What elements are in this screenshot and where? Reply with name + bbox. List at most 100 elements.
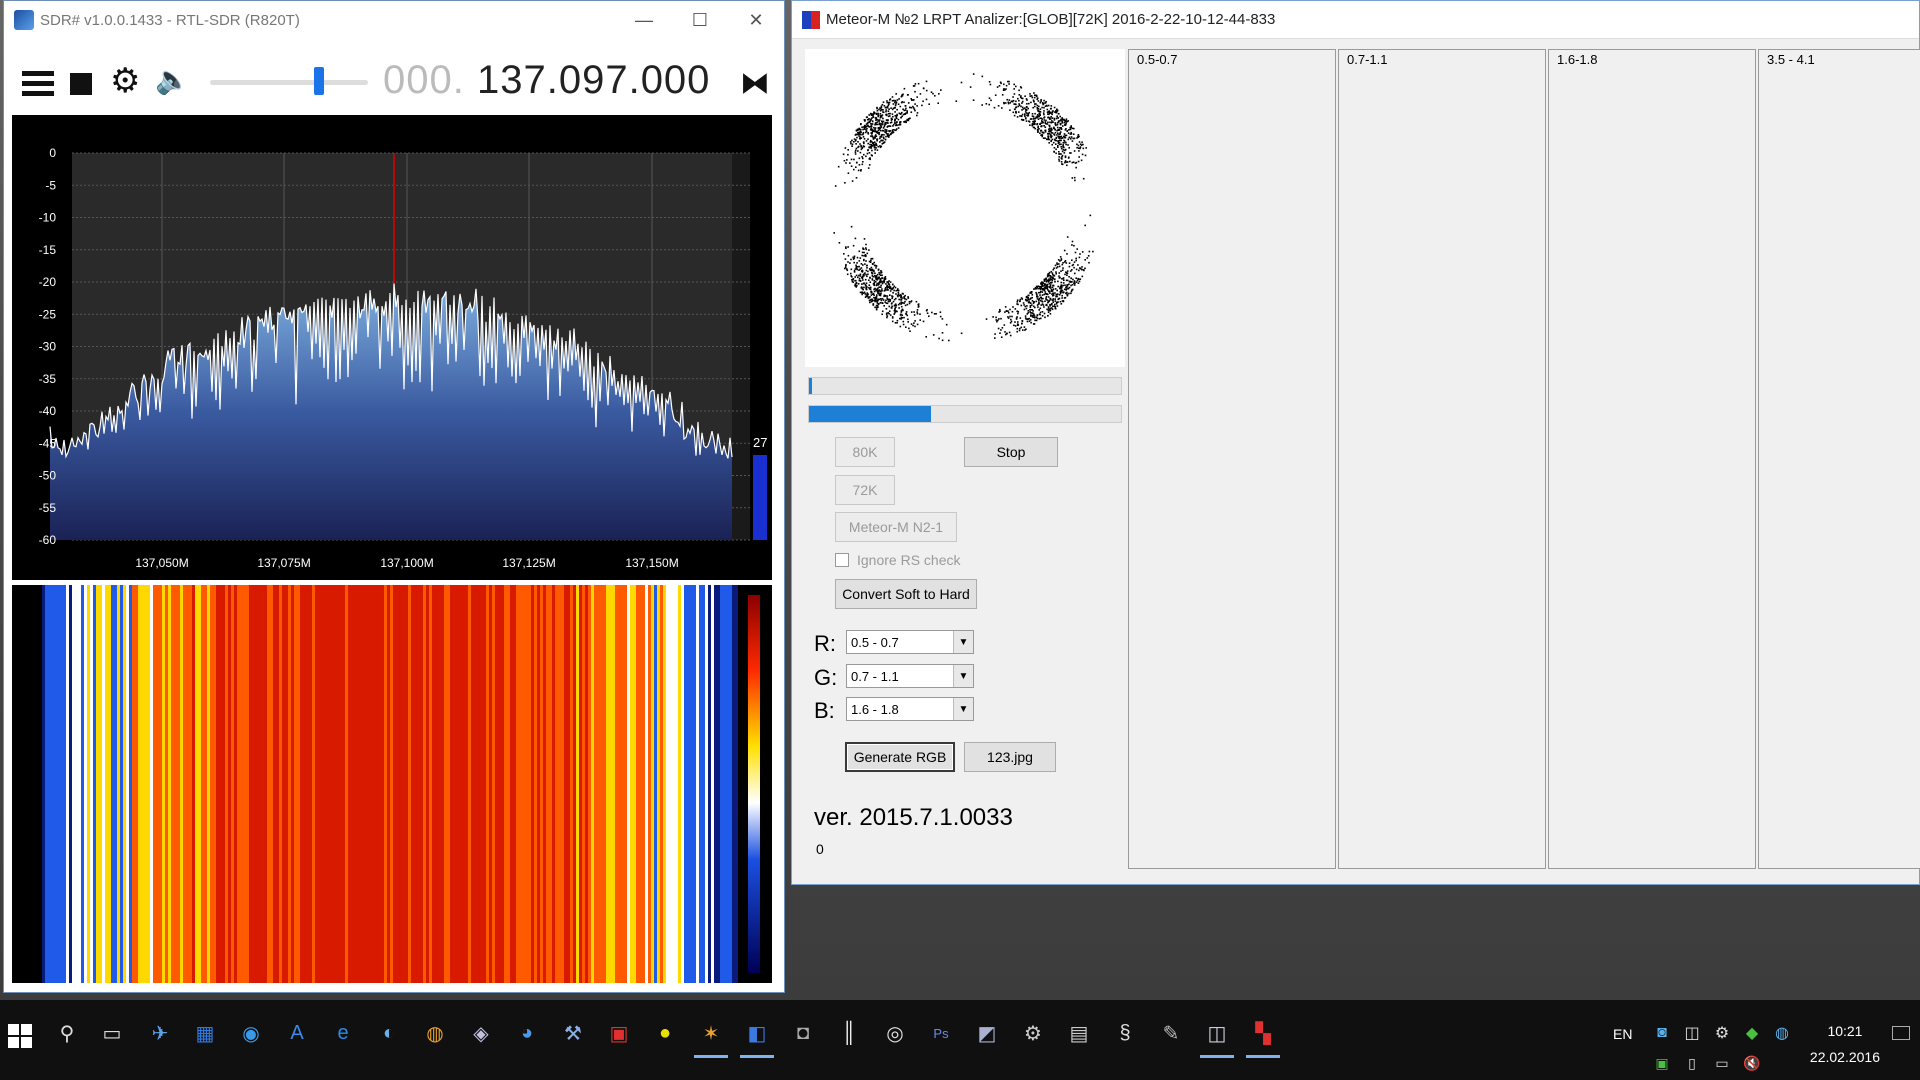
app-icon-3[interactable]: ◉ <box>234 1016 268 1050</box>
constellation-dot <box>1015 100 1017 103</box>
app-icon-1[interactable]: ✈ <box>143 1016 177 1050</box>
tray-icon-4[interactable]: ◆ <box>1735 1016 1769 1050</box>
72k-button[interactable]: 72K <box>835 475 895 505</box>
chevron-down-icon[interactable]: ▼ <box>953 665 973 687</box>
nvidia-icon[interactable]: ▣ <box>1645 1046 1679 1080</box>
spectrum-panel[interactable]: 0 -5 -10 -15 -20 -25 -30 -35 -40 -45 -50 -55 -60 137… <box>12 115 772 580</box>
waterfall-column <box>54 585 57 983</box>
waterfall-column <box>705 585 708 983</box>
app-icon-20[interactable]: ◫ <box>1200 1016 1234 1058</box>
app-icon-10[interactable]: ▣ <box>602 1016 636 1050</box>
app-icon-17[interactable]: ▤ <box>1062 1016 1096 1050</box>
chevron-down-icon[interactable]: ▼ <box>953 698 973 720</box>
waterfall-column <box>525 585 528 983</box>
ignore-rs-checkbox[interactable]: Ignore RS check <box>835 552 961 568</box>
volume-muted-icon[interactable]: 🔇 <box>1735 1046 1769 1080</box>
app-icon-11[interactable]: ● <box>648 1016 682 1050</box>
language-indicator[interactable]: EN <box>1613 1026 1632 1042</box>
app-icon-16[interactable]: ⚙ <box>1016 1016 1050 1050</box>
sdr-titlebar[interactable]: SDR# v1.0.0.1433 - RTL-SDR (R820T) — ☐ ✕ <box>4 1 784 39</box>
notification-icon[interactable] <box>1892 1026 1910 1040</box>
band-panel-4: 3.5 - 4.1 <box>1758 49 1920 869</box>
clock[interactable]: 10:21 22.02.2016 <box>1810 1018 1880 1070</box>
constellation-dot <box>1047 121 1049 124</box>
constellation-dot <box>1043 289 1046 292</box>
80k-button[interactable]: 80K <box>835 437 895 467</box>
tray-icon-1[interactable]: ◙ <box>1645 1016 1679 1050</box>
constellation-dot <box>1054 123 1057 125</box>
search-icon[interactable]: ⚲ <box>50 1016 84 1050</box>
tray-icon-3[interactable]: ⚙ <box>1705 1016 1739 1050</box>
stop-icon[interactable] <box>70 73 92 95</box>
waterfall-panel[interactable] <box>12 585 772 983</box>
constellation-dot <box>1055 294 1058 296</box>
constellation-dot <box>1048 113 1050 116</box>
app-icon-6[interactable]: ◍ <box>418 1016 452 1050</box>
app-icon-5[interactable]: ◐ <box>372 1016 406 1050</box>
constellation-dot <box>1024 107 1026 109</box>
sdr-taskbar-icon[interactable]: ◧ <box>740 1016 774 1058</box>
edge-icon[interactable]: e <box>326 1016 360 1050</box>
constellation-dot <box>905 312 907 315</box>
constellation-dot <box>881 129 884 132</box>
menu-icon[interactable] <box>22 66 54 102</box>
minimize-icon[interactable]: — <box>616 10 672 31</box>
network-icon[interactable]: ▭ <box>1705 1046 1739 1080</box>
constellation-dot <box>1016 299 1019 301</box>
spectrum-chart: 0-5-10-15-20-25-30-35-40-45-50-55-60 137… <box>39 146 768 570</box>
constellation-dot <box>1073 150 1076 152</box>
usb-icon[interactable]: ▯ <box>1675 1046 1709 1080</box>
windows-start-icon[interactable] <box>8 1024 34 1050</box>
constellation-dot <box>1005 333 1007 336</box>
waterfall-column <box>249 585 252 983</box>
app-icon-15[interactable]: ◩ <box>970 1016 1004 1050</box>
close-icon[interactable]: ✕ <box>728 10 784 31</box>
speaker-icon[interactable]: 🔈 <box>155 66 191 102</box>
constellation-dot <box>900 299 902 301</box>
globe-icon[interactable]: ◍ <box>1765 1016 1799 1050</box>
meteor-titlebar[interactable]: Meteor-M №2 LRPT Analizer:[GLOB][72K] 20… <box>792 1 1919 39</box>
generate-rgb-button[interactable]: Generate RGB <box>845 742 955 772</box>
app-icon-4[interactable]: A <box>280 1016 314 1050</box>
app-icon-9[interactable]: ⚒ <box>556 1016 590 1050</box>
constellation-dot <box>891 295 893 297</box>
volume-slider[interactable] <box>210 80 368 85</box>
jpg-button[interactable]: 123.jpg <box>964 742 1056 772</box>
chevron-down-icon[interactable]: ▼ <box>953 631 973 653</box>
stop-button[interactable]: Stop <box>964 437 1058 467</box>
checkbox-icon[interactable] <box>835 553 849 567</box>
task-view-icon[interactable]: ▭ <box>95 1016 129 1050</box>
app-icon-2[interactable]: ▦ <box>188 1016 222 1050</box>
maximize-icon[interactable]: ☐ <box>672 10 728 31</box>
waterfall-column <box>48 585 51 983</box>
app-icon-8[interactable]: ◕ <box>510 1016 544 1050</box>
app-icon-7[interactable]: ◈ <box>464 1016 498 1050</box>
frequency-display[interactable]: 000. 137.097.000 <box>383 58 710 103</box>
waterfall-column <box>162 585 165 983</box>
constellation-dot <box>904 294 906 297</box>
constellation-dot <box>1060 127 1062 129</box>
g-channel-select[interactable]: 0.7 - 1.1 ▼ <box>846 664 974 688</box>
app-icon-14[interactable]: ║ <box>832 1016 866 1050</box>
volume-slider-thumb[interactable] <box>313 67 324 95</box>
app-icon-12[interactable]: ✶ <box>694 1016 728 1058</box>
app-icon-19[interactable]: ✎ <box>1154 1016 1188 1050</box>
tray-icon-2[interactable]: ◫ <box>1675 1016 1709 1050</box>
b-channel-select[interactable]: 1.6 - 1.8 ▼ <box>846 697 974 721</box>
app-icon-18[interactable]: § <box>1108 1016 1142 1050</box>
skip-icon[interactable]: ⧓ <box>740 66 770 101</box>
meteor-n2-1-button[interactable]: Meteor-M N2-1 <box>835 512 957 542</box>
app-icon-13[interactable]: ◘ <box>786 1016 820 1050</box>
convert-soft-to-hard-button[interactable]: Convert Soft to Hard <box>835 579 977 609</box>
media-icon[interactable]: ◎ <box>878 1016 912 1050</box>
constellation-dot <box>880 106 883 109</box>
constellation-dot <box>850 165 853 167</box>
waterfall-column <box>240 585 243 983</box>
constellation-dot <box>937 102 939 104</box>
gear-icon[interactable]: ⚙ <box>110 64 146 100</box>
meteor-taskbar-icon[interactable]: ▚ <box>1246 1016 1280 1058</box>
photoshop-icon[interactable]: Ps <box>924 1016 958 1050</box>
r-channel-select[interactable]: 0.5 - 0.7 ▼ <box>846 630 974 654</box>
constellation-dot <box>873 111 875 114</box>
waterfall-column <box>429 585 432 983</box>
